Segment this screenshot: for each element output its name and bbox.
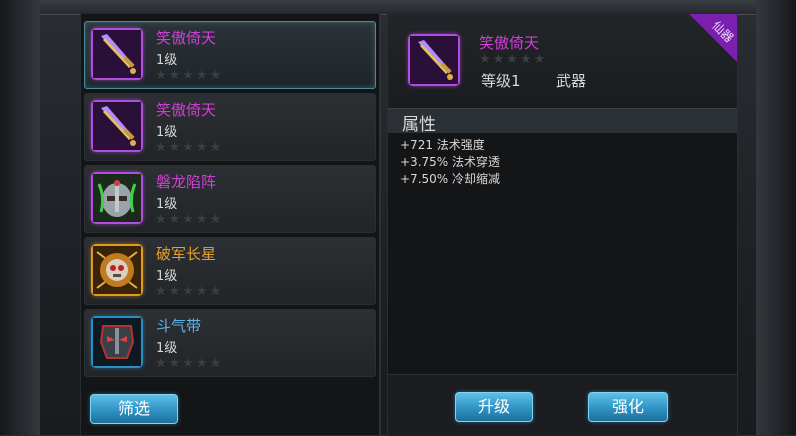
purple-sword-icon [408, 34, 460, 86]
enhance-button[interactable]: 强化 [588, 392, 668, 422]
purple-sword-icon [91, 28, 143, 80]
star-rating: ★★★★★ [155, 140, 224, 155]
filter-button[interactable]: 筛选 [90, 394, 178, 424]
star-rating: ★★★★★ [155, 356, 224, 371]
item-name: 笑傲倚天 [156, 101, 217, 119]
item-name: 笑傲倚天 [156, 29, 217, 47]
attribute-line: +721 法术强度 [400, 138, 485, 152]
top-frame [0, 0, 796, 15]
detail-star-rating: ★★★★★ [479, 52, 548, 67]
star-rating: ★★★★★ [155, 68, 224, 83]
detail-item-name: 笑傲倚天 [479, 34, 540, 52]
left-frame [0, 0, 40, 435]
attributes-header: 属性 [388, 108, 737, 135]
skull-amulet-icon [91, 244, 143, 296]
detail-header: 仙器 笑傲倚天 ★★★★★ 等级1 武器 [388, 14, 737, 108]
purple-sword-icon [91, 100, 143, 152]
detail-item-type: 武器 [556, 72, 587, 90]
attribute-line: +7.50% 冷却缩减 [400, 172, 500, 186]
upgrade-button[interactable]: 升级 [455, 392, 533, 422]
item-level: 1级 [156, 53, 178, 68]
attribute-line: +3.75% 法术穿透 [400, 155, 500, 169]
list-item[interactable]: 笑傲倚天 1级 ★★★★★ [84, 93, 376, 161]
equipment-list: 笑傲倚天 1级 ★★★★★ 笑傲倚天 1级 ★★★★★ 磐龙陷阵 1级 ★★★★… [80, 14, 381, 435]
item-level: 1级 [156, 125, 178, 140]
list-item[interactable]: 笑傲倚天 1级 ★★★★★ [84, 21, 376, 89]
mask-belt-icon [91, 316, 143, 368]
attributes-title: 属性 [402, 115, 436, 135]
item-level: 1级 [156, 341, 178, 356]
item-name: 磐龙陷阵 [156, 173, 217, 191]
item-name: 破军长星 [156, 245, 217, 263]
list-item[interactable]: 斗气带 1级 ★★★★★ [84, 309, 376, 377]
item-level: 1级 [156, 197, 178, 212]
star-rating: ★★★★★ [155, 284, 224, 299]
right-frame [756, 0, 796, 435]
detail-level: 等级1 [481, 72, 521, 90]
star-rating: ★★★★★ [155, 212, 224, 227]
dragon-helmet-icon [91, 172, 143, 224]
list-item[interactable]: 破军长星 1级 ★★★★★ [84, 237, 376, 305]
detail-footer [388, 374, 737, 436]
list-item[interactable]: 磐龙陷阵 1级 ★★★★★ [84, 165, 376, 233]
item-name: 斗气带 [156, 317, 202, 335]
item-level: 1级 [156, 269, 178, 284]
item-detail-panel: 仙器 笑傲倚天 ★★★★★ 等级1 武器 属性 +721 法术强度 +3.75%… [387, 14, 738, 436]
